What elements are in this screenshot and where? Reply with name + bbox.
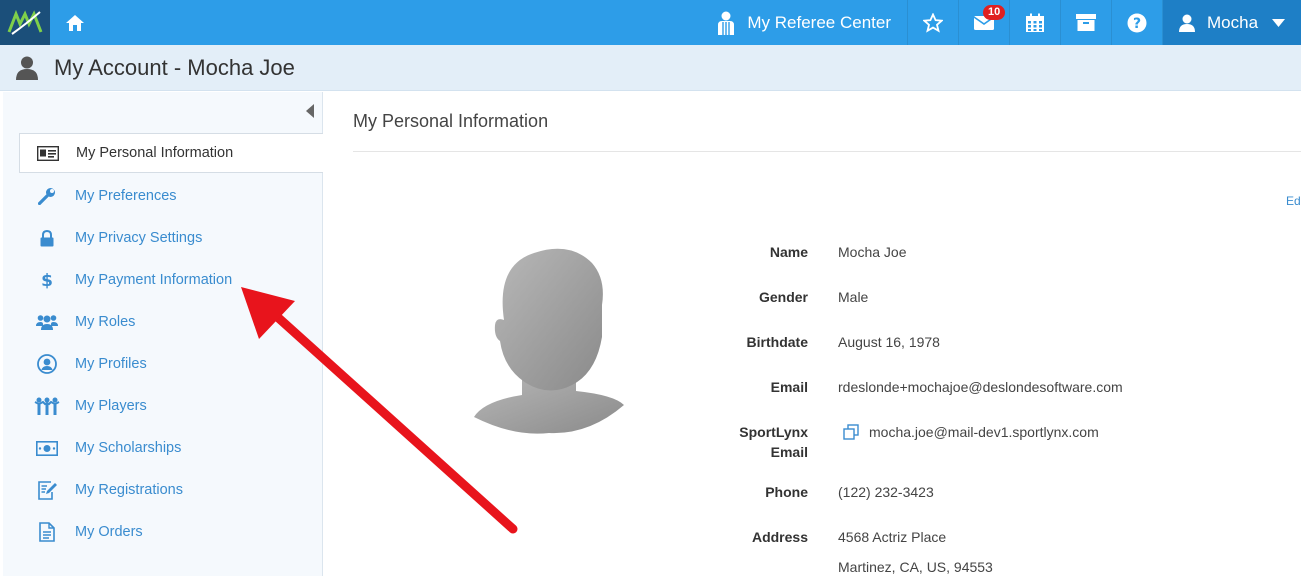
sportlynx-email-text: mocha.joe@mail-dev1.sportlynx.com: [869, 424, 1099, 440]
lock-icon: [40, 229, 54, 246]
sidebar-item-label: My Players: [75, 398, 147, 414]
address-label: Address: [751, 529, 808, 545]
address-line2: Martinez, CA, US, 94553: [838, 559, 993, 575]
top-navbar: My Referee Center 10 ? Mocha: [0, 0, 1301, 45]
sidebar-item-label: My Roles: [75, 314, 136, 330]
edit-doc-icon: [38, 481, 57, 500]
email-label: Email: [770, 379, 808, 395]
help-button[interactable]: ?: [1112, 0, 1163, 45]
sidebar-item-label: My Registrations: [75, 482, 183, 498]
sidebar-item-label: My Profiles: [75, 356, 147, 372]
svg-text:?: ?: [1133, 16, 1141, 32]
home-button[interactable]: [50, 0, 100, 45]
user-icon: [1179, 14, 1195, 32]
phone-value: (122) 232-3423: [838, 484, 934, 500]
user-name: Mocha: [1207, 12, 1259, 32]
calendar-icon: [1026, 13, 1044, 32]
phone-label: Phone: [765, 484, 808, 500]
money-icon: [36, 440, 58, 456]
edit-link[interactable]: Ed: [1286, 194, 1301, 208]
archive-button[interactable]: [1061, 0, 1112, 45]
sportlynx-email-label-line1: SportLynx: [739, 424, 808, 440]
profile-icon: [37, 354, 57, 374]
caret-left-icon: [306, 104, 314, 118]
referee-icon: [718, 11, 735, 35]
home-icon: [66, 14, 84, 31]
document-icon: [39, 522, 55, 542]
sportlynx-email-value[interactable]: mocha.joe@mail-dev1.sportlynx.com: [843, 424, 1099, 440]
address-line1: 4568 Actriz Place: [838, 529, 947, 545]
birthdate-value: August 16, 1978: [838, 334, 940, 350]
messages-button[interactable]: 10: [959, 0, 1010, 45]
referee-center-button[interactable]: My Referee Center: [697, 0, 908, 45]
caret-down-icon: [1272, 18, 1286, 27]
id-card-icon: [37, 145, 59, 161]
birthdate-label: Birthdate: [746, 334, 808, 350]
gender-label: Gender: [758, 289, 808, 305]
account-user-icon: [16, 56, 38, 80]
page-title: My Account - Mocha Joe: [54, 54, 295, 80]
sidebar-item-label: My Payment Information: [75, 272, 233, 288]
section-title: My Personal Information: [353, 111, 549, 131]
sportlynx-email-label-line2: Email: [770, 444, 808, 460]
sidebar-item-label: My Personal Information: [76, 145, 234, 161]
players-icon: [34, 397, 60, 415]
sidebar-item-personal-information[interactable]: My Personal Information: [19, 133, 323, 173]
user-menu[interactable]: Mocha: [1163, 0, 1301, 45]
users-icon: [36, 315, 58, 330]
sidebar-item-label: My Scholarships: [75, 440, 182, 456]
sidebar-item-privacy-settings[interactable]: My Privacy Settings: [19, 218, 323, 258]
sidebar-item-label: My Orders: [75, 524, 143, 540]
wrench-icon: [38, 188, 55, 205]
star-icon: [923, 12, 943, 33]
annotation-arrow-icon: [241, 287, 518, 534]
gender-value: Male: [838, 289, 869, 305]
sidebar-collapse-button[interactable]: [306, 104, 314, 123]
name-value: Mocha Joe: [838, 244, 907, 260]
sidebar-item-label: My Privacy Settings: [75, 230, 203, 246]
email-value: rdeslonde+mochajoe@deslondesoftware.com: [838, 379, 1123, 395]
copy-icon[interactable]: [843, 424, 859, 440]
section-divider: [353, 151, 1301, 152]
favorites-button[interactable]: [908, 0, 959, 45]
sidebar-item-preferences[interactable]: My Preferences: [19, 176, 323, 216]
archive-icon: [1076, 14, 1096, 31]
sidebar-item-label: My Preferences: [75, 188, 177, 204]
page-title-bar: My Account - Mocha Joe: [0, 45, 1301, 91]
logo-icon[interactable]: [0, 0, 50, 45]
help-icon: ?: [1127, 13, 1147, 32]
calendar-button[interactable]: [1010, 0, 1061, 45]
dollar-icon: $: [41, 271, 53, 290]
name-label: Name: [769, 244, 808, 260]
svg-text:$: $: [41, 271, 53, 290]
referee-center-label: My Referee Center: [747, 12, 891, 32]
messages-badge: 10: [983, 5, 1006, 20]
